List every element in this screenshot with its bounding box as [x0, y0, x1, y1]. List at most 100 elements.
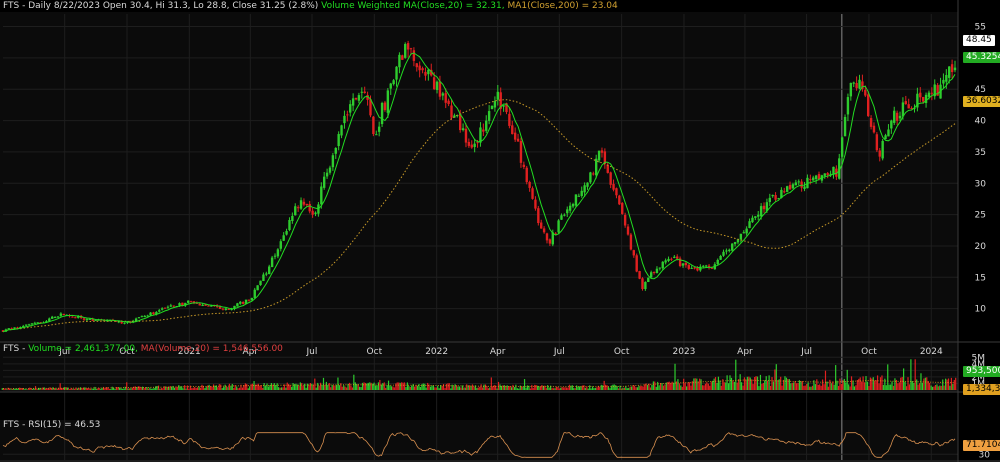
volume-bar	[522, 386, 524, 390]
x-tick-label: Jul	[306, 347, 318, 357]
volume-bar	[58, 388, 60, 390]
volume-bar	[448, 383, 450, 390]
candle-body	[265, 273, 268, 275]
volume-bar	[40, 389, 42, 390]
candle-body	[320, 186, 323, 205]
volume-bar	[879, 377, 882, 390]
volume-bar	[79, 387, 82, 390]
volume-bar	[767, 380, 769, 390]
volume-bar	[332, 385, 335, 390]
volume-bar	[800, 381, 802, 390]
volume-bar	[291, 386, 293, 390]
volume-bar	[795, 383, 798, 390]
candle-body	[722, 251, 725, 256]
volume-bar	[856, 380, 858, 390]
volume-bar	[263, 383, 265, 390]
volume-bar	[95, 388, 97, 390]
volume-bar	[492, 386, 494, 390]
volume-bar	[269, 384, 271, 390]
candle-body	[137, 317, 141, 319]
candle-body	[473, 143, 476, 147]
volume-bar	[846, 369, 848, 390]
volume-bar	[111, 386, 113, 390]
volume-bar	[709, 385, 711, 390]
volume-bar	[338, 385, 340, 390]
candle-body	[693, 267, 696, 269]
volume-bar	[616, 386, 618, 390]
volume-bar	[754, 377, 756, 390]
volume-bar	[19, 387, 21, 390]
volume-bar	[425, 387, 427, 390]
candle-body	[635, 255, 638, 272]
candle-body	[846, 97, 850, 115]
volume-bar	[633, 385, 636, 390]
volume-bar	[949, 385, 951, 390]
volume-bar	[600, 384, 602, 390]
volume-bar	[545, 388, 547, 390]
volume-bar	[100, 389, 102, 390]
volume-bar	[878, 383, 880, 390]
volume-bar	[793, 382, 795, 390]
volume-bar	[366, 383, 368, 390]
candle-body	[774, 195, 777, 200]
volume-bar	[885, 385, 887, 390]
volume-bar	[845, 382, 847, 390]
candle-body	[655, 268, 659, 274]
volume-bar	[84, 387, 86, 390]
volume-bar	[217, 387, 219, 390]
volume-bar	[655, 386, 657, 390]
volume-bar	[477, 387, 479, 390]
volume-bar	[696, 378, 698, 390]
volume-bar	[561, 387, 563, 390]
volume-bar	[589, 385, 591, 390]
volume-bar	[819, 384, 821, 390]
x-tick-label: Oct	[861, 347, 877, 357]
ma200-label: MA1(Close,200) = 23.04	[507, 1, 618, 11]
candle-body	[887, 129, 890, 137]
volume-bar	[315, 387, 317, 390]
volume-bar	[238, 387, 241, 390]
candle-body	[730, 243, 734, 251]
volume-bar	[383, 382, 385, 390]
volume-bar	[201, 384, 203, 390]
volume-bar	[532, 387, 534, 390]
vwma-label: Volume Weighted MA(Close,20) = 32.31,	[321, 1, 505, 11]
candle-body	[415, 63, 418, 68]
candle-body	[398, 54, 401, 68]
volume-bar	[535, 385, 537, 390]
volume-bar	[890, 384, 892, 390]
volume-bar	[911, 381, 913, 390]
candle-body	[632, 250, 636, 256]
volume-bar	[124, 386, 126, 390]
price-tick-label: 45	[975, 85, 986, 95]
candle-body	[615, 188, 618, 196]
volume-bar	[720, 385, 722, 390]
volume-bar	[762, 382, 764, 390]
volume-bar	[17, 388, 19, 390]
volume-bar	[823, 384, 825, 390]
candle-body	[942, 79, 945, 84]
candle-body	[589, 172, 592, 183]
candle-body	[143, 315, 146, 317]
volume-bar	[468, 385, 471, 390]
volume-bar	[131, 387, 134, 390]
volume-bar	[14, 389, 16, 390]
volume-bar	[480, 384, 482, 390]
volume-bar	[544, 385, 546, 390]
candle-body	[262, 274, 265, 282]
candle-body	[36, 322, 39, 324]
volume-bar	[827, 386, 829, 390]
ma200-tag: 36.6032	[963, 96, 1000, 107]
volume-bar	[23, 388, 25, 390]
candle-body	[270, 257, 274, 268]
volume-bar	[194, 386, 196, 390]
candle-body	[858, 79, 861, 89]
volume-bar	[91, 388, 93, 390]
volume-bar	[740, 382, 743, 390]
volume-bar	[803, 385, 805, 390]
volume-bar	[382, 383, 384, 390]
candle-body	[314, 212, 317, 214]
stock-chart[interactable]: Jul Oct 2021 Apr Jul Oct 2022 Apr Jul Oct 2023 Apr J…	[0, 0, 1000, 462]
volume-bar	[337, 377, 339, 390]
volume-bar	[476, 387, 478, 390]
